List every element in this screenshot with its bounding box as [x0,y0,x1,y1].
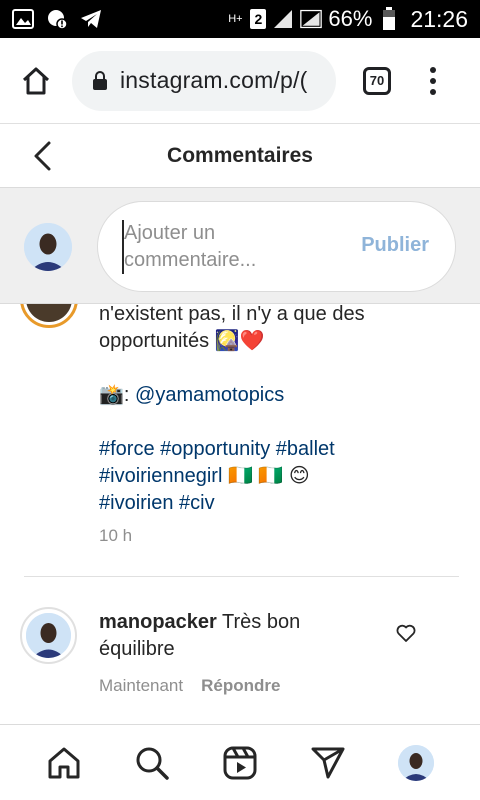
network-icon: H+ [228,13,243,25]
heart-icon [396,624,416,642]
battery-icon [378,7,400,30]
battery-percent: 66% [328,6,373,31]
current-user-avatar [24,223,72,271]
tab-count: 70 [363,66,391,95]
commenter-avatar[interactable] [20,607,77,664]
lock-icon [93,70,107,90]
hashtag-line[interactable]: #force #opportunity #ballet [99,436,439,463]
browser-toolbar: instagram.com/p/( 70 [0,38,480,124]
post-caption: n'existent pas, il n'y a que des opportu… [99,304,439,517]
back-button[interactable] [22,136,62,176]
comment-username[interactable]: manopacker [99,611,217,633]
browser-menu-button[interactable] [408,38,458,124]
home-icon [48,747,80,778]
page-header: Commentaires [0,124,480,188]
status-bar: H+ 2 66% 21:26 [0,0,480,38]
comment-meta: Maintenant Répondre [99,676,280,696]
commenter-photo [26,613,71,658]
reply-button[interactable]: Répondre [201,676,280,696]
post-author-avatar[interactable] [20,304,78,328]
comment-text: manopacker Très bon équilibre [99,609,369,663]
nav-profile[interactable] [393,740,439,786]
telegram-icon [80,8,102,30]
home-outline-icon [22,67,50,94]
reels-icon [223,746,257,779]
comment-time: Maintenant [99,676,184,695]
signal-icon-2 [300,8,323,30]
photo-credit: 📸: @yamamotopics [99,382,439,409]
comments-list: n'existent pas, il n'y a que des opportu… [0,304,480,724]
menu-dot-icon [430,66,436,73]
search-icon [136,747,169,780]
caption-line: opportunités 🎑❤️ [99,330,265,352]
caption-line: n'existent pas, il n'y a que des [99,304,365,325]
post-author-photo [26,304,72,322]
mention-link[interactable]: @yamamotopics [135,384,284,406]
url-text: instagram.com/p/( [120,67,308,93]
signal-icon [272,8,294,30]
hashtag-link[interactable]: #ivoiriennegirl [99,465,222,487]
caption-spacer [99,355,439,382]
sim-slot-badge: 2 [250,9,267,29]
nav-reels[interactable] [217,740,263,786]
publish-button[interactable]: Publier [361,234,429,257]
url-bar[interactable]: instagram.com/p/( [72,50,336,111]
hashtag-emoji: 🇨🇮 🇨🇮 😊 [222,465,310,487]
browser-home-button[interactable] [0,38,72,124]
comment-input[interactable]: Ajouter un commentaire... Publier [97,201,456,292]
profile-avatar [398,744,434,781]
chevron-left-icon [34,141,51,171]
nav-direct[interactable] [305,740,351,786]
post-time: 10 h [99,526,133,545]
comment-composer: Ajouter un commentaire... Publier [0,188,480,304]
hashtag-line[interactable]: #ivoirien #civ [99,490,439,517]
bottom-navigation [0,724,480,800]
like-comment-button[interactable] [396,624,420,648]
divider [24,576,459,577]
menu-dot-icon [430,88,436,95]
gallery-icon [12,8,34,30]
alert-icon [46,8,68,30]
clock: 21:26 [410,5,468,32]
credit-prefix: 📸: [99,384,136,406]
nav-search[interactable] [129,740,175,786]
direct-message-icon [311,747,345,778]
tab-switcher-button[interactable]: 70 [346,38,408,124]
comment-input-placeholder: Ajouter un commentaire... [122,220,322,274]
menu-dot-icon [430,77,436,84]
hashtag-line: #ivoiriennegirl 🇨🇮 🇨🇮 😊 [99,463,439,490]
caption-spacer [99,409,439,436]
page-title: Commentaires [167,143,313,167]
nav-home[interactable] [41,740,87,786]
